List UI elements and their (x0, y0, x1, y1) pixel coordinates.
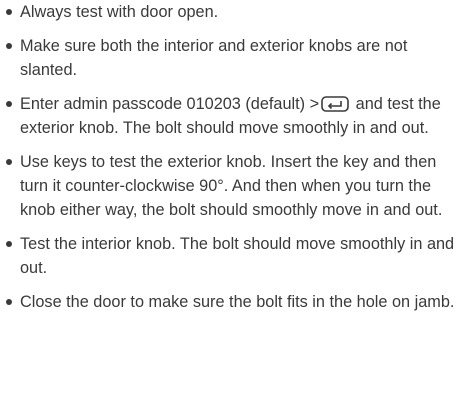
bullet-icon (6, 9, 12, 15)
list-item: Test the interior knob. The bolt should … (0, 232, 463, 280)
instruction-text: Close the door to make sure the bolt fit… (20, 293, 455, 311)
instruction-text: Test the interior knob. The bolt should … (20, 235, 455, 277)
enter-key-icon (321, 96, 349, 112)
bullet-icon (6, 241, 12, 247)
list-item: Use keys to test the exterior knob. Inse… (0, 150, 463, 222)
list-item: Always test with door open. (0, 0, 463, 24)
instruction-text-before: Enter admin passcode 010203 (default) > (20, 95, 320, 113)
list-item: Enter admin passcode 010203 (default) > … (0, 92, 463, 140)
bullet-icon (6, 43, 12, 49)
instruction-text: Make sure both the interior and exterior… (20, 37, 408, 79)
bullet-icon (6, 159, 12, 165)
instruction-list: Always test with door open. Make sure bo… (0, 0, 463, 324)
bullet-icon (6, 299, 12, 305)
list-item: Close the door to make sure the bolt fit… (0, 290, 463, 314)
instruction-text: Use keys to test the exterior knob. Inse… (20, 153, 443, 219)
bullet-icon (6, 101, 12, 107)
instruction-text: Always test with door open. (20, 3, 219, 21)
list-item: Make sure both the interior and exterior… (0, 34, 463, 82)
